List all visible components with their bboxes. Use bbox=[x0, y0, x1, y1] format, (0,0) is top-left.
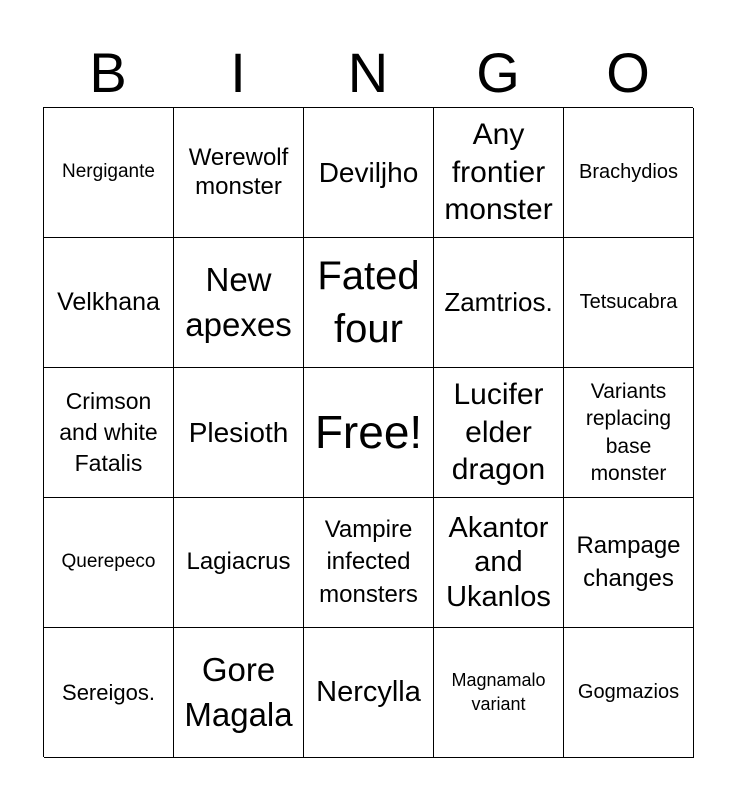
bingo-cell[interactable]: Sereigos. bbox=[44, 628, 174, 758]
header-letter-o: O bbox=[606, 41, 650, 104]
bingo-header: B I N G O bbox=[43, 40, 693, 106]
cell-text: Akantor and Ukanlos bbox=[446, 512, 551, 613]
cell-text: Brachydios bbox=[579, 160, 678, 183]
cell-text: Deviljho bbox=[318, 156, 419, 188]
bingo-cell[interactable]: Variants replacing base monster bbox=[564, 368, 694, 498]
bingo-cell[interactable]: Gogmazios bbox=[564, 628, 694, 758]
cell-text: Plesioth bbox=[188, 416, 289, 448]
header-letter-g: G bbox=[476, 41, 520, 104]
cell-text: New apexes bbox=[185, 260, 292, 343]
bingo-cell[interactable]: Vampire infected monsters bbox=[304, 498, 434, 628]
free-space-cell[interactable]: Free! bbox=[304, 368, 434, 498]
free-space-text: Free! bbox=[314, 406, 423, 459]
cell-text: Vampire infected monsters bbox=[319, 515, 418, 608]
cell-text: Velkhana bbox=[57, 287, 160, 316]
bingo-cell[interactable]: Werewolf monster bbox=[174, 108, 304, 238]
header-letter-i: I bbox=[230, 41, 246, 104]
bingo-cell[interactable]: Nergigante bbox=[44, 108, 174, 238]
cell-text: Any frontier monster bbox=[444, 118, 553, 227]
bingo-cell[interactable]: Magnamalo variant bbox=[434, 628, 564, 758]
cell-text: Magnamalo variant bbox=[451, 670, 546, 714]
cell-text: Rampage changes bbox=[576, 532, 681, 592]
header-letter-b: B bbox=[89, 41, 127, 104]
bingo-cell[interactable]: Deviljho bbox=[304, 108, 434, 238]
cell-text: Tetsucabra bbox=[579, 290, 678, 313]
bingo-cell[interactable]: Plesioth bbox=[174, 368, 304, 498]
bingo-cell[interactable]: Zamtrios. bbox=[434, 238, 564, 368]
cell-text: Sereigos. bbox=[62, 679, 155, 705]
cell-text: Querepeco bbox=[61, 551, 156, 573]
header-letter-n: N bbox=[347, 41, 389, 104]
cell-text: Crimson and white Fatalis bbox=[59, 387, 158, 477]
bingo-cell[interactable]: Tetsucabra bbox=[564, 238, 694, 368]
cell-text: Nercylla bbox=[316, 676, 421, 709]
cell-text: Nergigante bbox=[62, 161, 155, 183]
bingo-cell[interactable]: Velkhana bbox=[44, 238, 174, 368]
cell-text: Variants replacing base monster bbox=[585, 379, 672, 485]
bingo-cell[interactable]: Gore Magala bbox=[174, 628, 304, 758]
bingo-cell[interactable]: Lagiacrus bbox=[174, 498, 304, 628]
cell-text: Lagiacrus bbox=[186, 548, 291, 576]
bingo-cell[interactable]: Nercylla bbox=[304, 628, 434, 758]
bingo-cell[interactable]: New apexes bbox=[174, 238, 304, 368]
bingo-cell[interactable]: Lucifer elder dragon bbox=[434, 368, 564, 498]
cell-text: Gore Magala bbox=[184, 650, 293, 733]
cell-text: Zamtrios. bbox=[444, 287, 553, 318]
cell-text: Fated four bbox=[317, 253, 420, 351]
bingo-cell[interactable]: Any frontier monster bbox=[434, 108, 564, 238]
bingo-cell[interactable]: Querepeco bbox=[44, 498, 174, 628]
bingo-cell[interactable]: Akantor and Ukanlos bbox=[434, 498, 564, 628]
bingo-cell[interactable]: Rampage changes bbox=[564, 498, 694, 628]
cell-text: Werewolf monster bbox=[188, 144, 289, 200]
bingo-cell[interactable]: Crimson and white Fatalis bbox=[44, 368, 174, 498]
cell-text: Gogmazios bbox=[577, 680, 680, 703]
bingo-cell[interactable]: Brachydios bbox=[564, 108, 694, 238]
bingo-board: Nergigante Werewolf monster Deviljho Any… bbox=[43, 107, 694, 758]
cell-text: Lucifer elder dragon bbox=[451, 378, 546, 487]
bingo-cell[interactable]: Fated four bbox=[304, 238, 434, 368]
